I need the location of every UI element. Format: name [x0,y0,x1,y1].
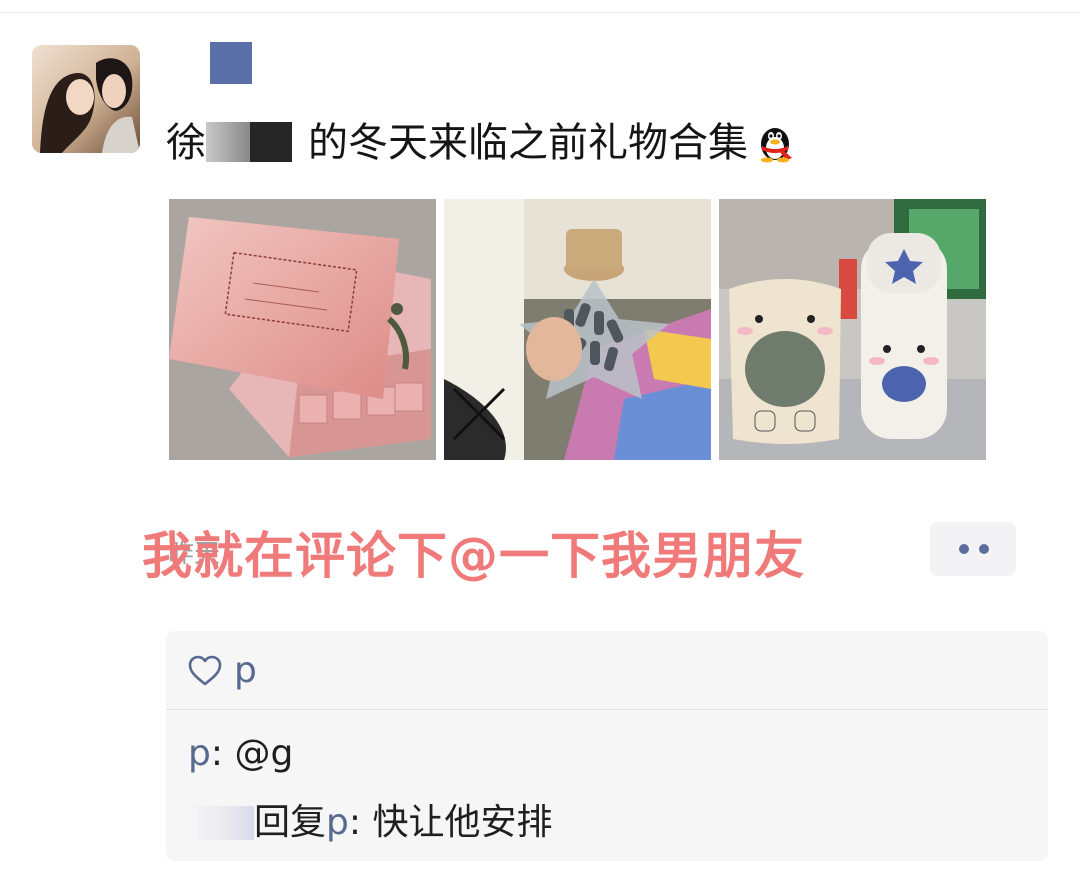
avatar-image [32,45,140,153]
comment-separator: : [210,733,235,774]
more-dots-icon [979,544,989,554]
photo-star-jar[interactable] [444,199,711,460]
photo-grid [169,199,987,460]
photo-bear-cup-bottle[interactable] [719,199,986,460]
reply-to-author[interactable]: p [326,802,349,843]
comment-text: 快让他安排 [372,802,553,843]
post-title: 徐 的冬天来临之前礼物合集 [166,118,798,168]
more-dots-icon [959,544,969,554]
reply-word: 回复 [254,802,327,843]
comment-author-redacted [188,806,254,840]
post-title-text: 的冬天来临之前礼物合集 [308,120,748,166]
overlay-caption: 我就在评论下@一下我男朋友 [142,527,805,585]
post-title-prefix: 徐 [166,120,206,166]
comment-item[interactable]: 回复p: 快让他安排 [188,801,552,845]
photo-gift-box[interactable] [169,199,436,460]
comments-divider [166,709,1048,710]
liker-name[interactable]: p [234,651,257,691]
heart-outline-icon[interactable] [188,655,222,687]
comment-text: @g [234,733,294,774]
avatar[interactable] [32,45,140,153]
comment-author[interactable]: p [188,733,211,774]
more-button[interactable] [930,522,1016,576]
top-divider [0,12,1080,13]
comment-separator: : [348,802,373,843]
redacted-text-blur [206,122,250,162]
redacted-text-block [250,122,292,162]
comment-item[interactable]: p: @g [188,732,293,776]
username-redacted-block[interactable] [210,42,252,84]
qq-penguin-emoji-icon [752,118,798,164]
comments-panel: p p: @g 回复p: 快让他安排 [166,631,1048,861]
likes-row: p [166,631,1048,709]
